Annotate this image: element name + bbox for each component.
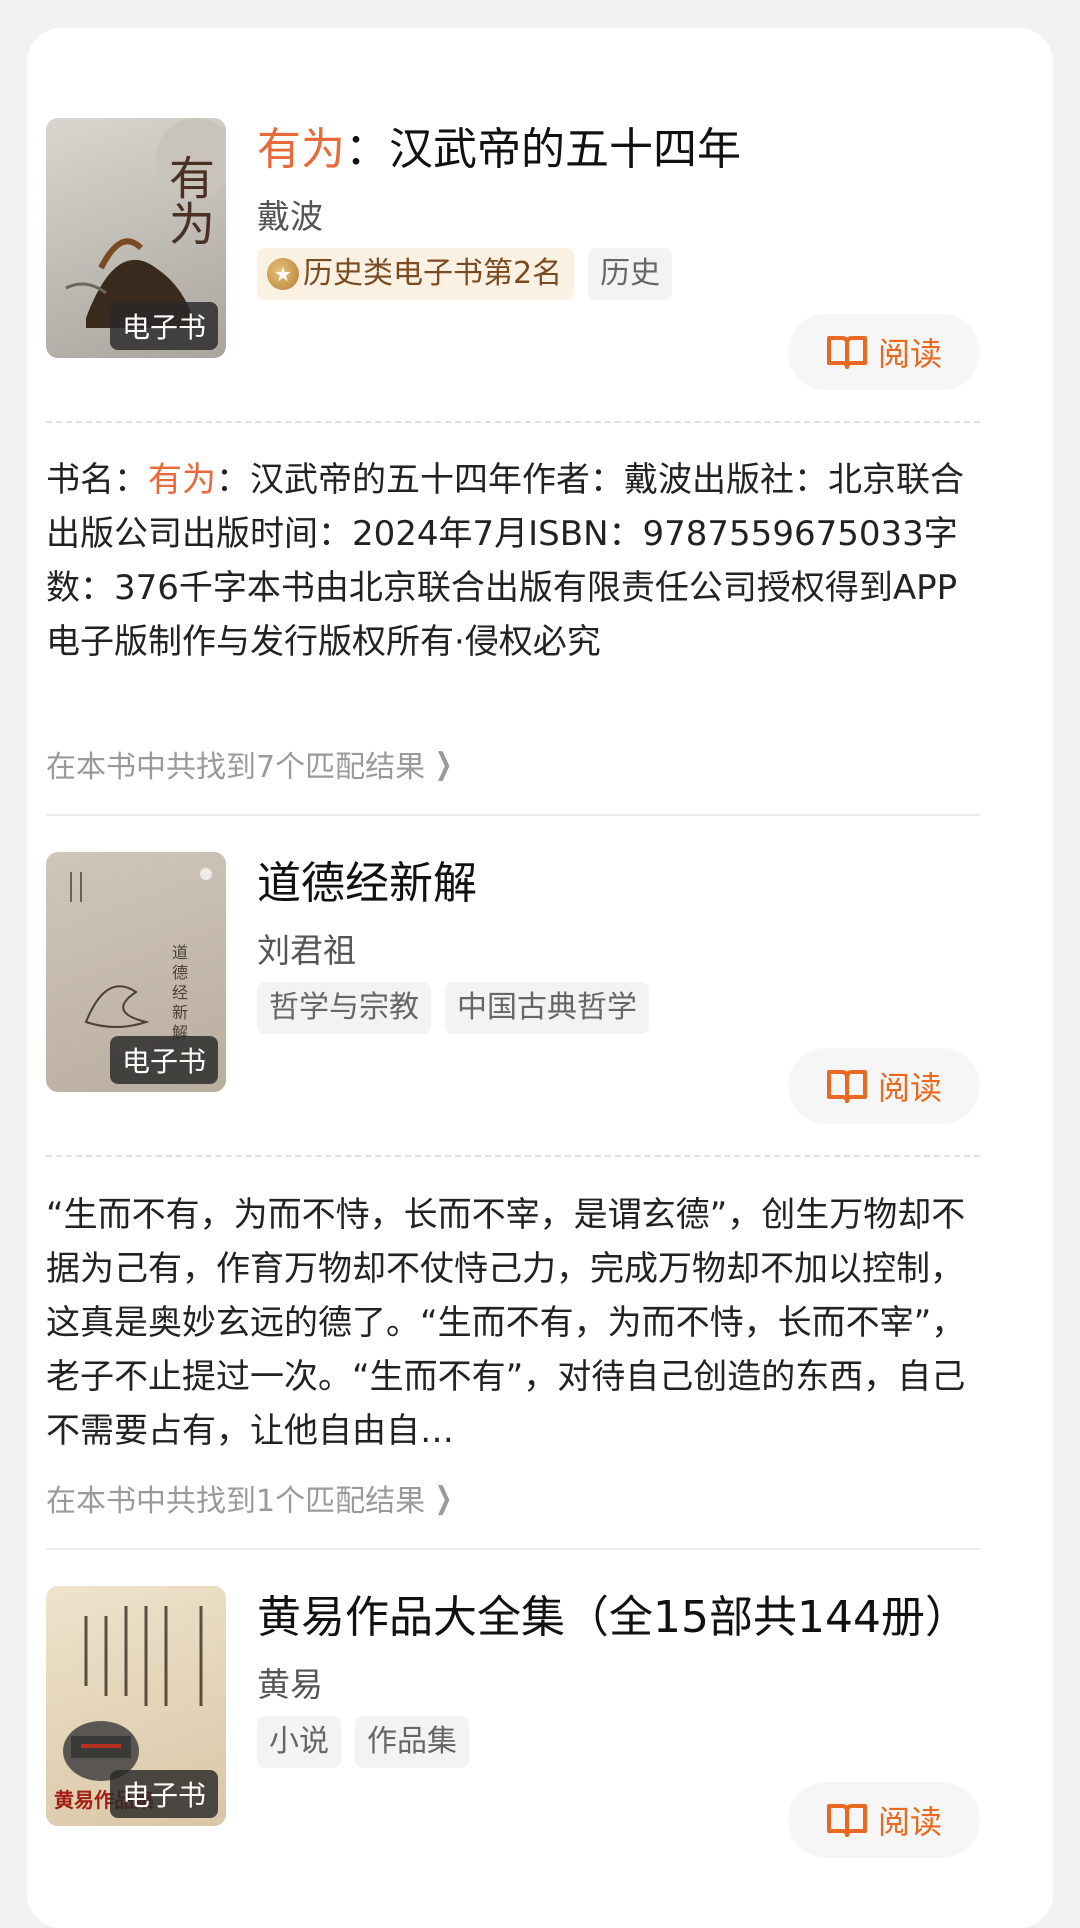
ebook-badge: 电子书 (109, 1036, 218, 1084)
open-book-icon (826, 1070, 867, 1103)
tag-list: 哲学与宗教 中国古典哲学 (257, 982, 649, 1034)
read-button-label: 阅读 (877, 1803, 942, 1841)
book-title[interactable]: 有为：汉武帝的五十四年 (257, 118, 741, 182)
rank-tag[interactable]: ★ 历史类电子书第2名 (257, 248, 575, 300)
category-tag[interactable]: 历史 (588, 248, 673, 300)
open-book-icon (826, 336, 867, 369)
book-author[interactable]: 刘君祖 (257, 924, 356, 972)
medal-icon: ★ (267, 258, 299, 290)
category-tag[interactable]: 哲学与宗教 (257, 982, 431, 1034)
book-item[interactable]: 道德经新解 电子书 道德经新解 刘君祖 哲学与宗教 中国古典哲学 阅读 (46, 852, 980, 1132)
open-book-icon (826, 1804, 867, 1837)
title-text: ：汉武帝的五十四年 (345, 124, 741, 175)
book-author[interactable]: 戴波 (257, 190, 323, 238)
category-tag[interactable]: 作品集 (355, 1716, 469, 1768)
divider (46, 1548, 980, 1550)
book-description: 书名：有为：汉武帝的五十四年作者：戴波出版社：北京联合出版公司出版时间：2024… (46, 453, 980, 723)
book-cover[interactable]: 道德经新解 电子书 (46, 852, 226, 1092)
book-cover[interactable]: 有为 电子书 (46, 118, 226, 358)
ebook-badge: 电子书 (109, 302, 218, 350)
ebook-badge: 电子书 (109, 1770, 218, 1818)
rank-tag-label: 历史类电子书第2名 (303, 256, 563, 291)
read-button[interactable]: 阅读 (788, 314, 980, 390)
match-results-link[interactable]: 在本书中共找到7个匹配结果 ❯ (46, 742, 456, 786)
match-results-label: 在本书中共找到7个匹配结果 (46, 750, 426, 785)
book-cover[interactable]: 黄易作品集 电子书 (46, 1586, 226, 1826)
divider (46, 814, 980, 816)
tag-list: ★ 历史类电子书第2名 历史 (257, 248, 673, 300)
cover-title: 有为 (162, 154, 216, 246)
read-button[interactable]: 阅读 (788, 1048, 980, 1124)
divider (46, 1155, 980, 1157)
book-description: “生而不有，为而不恃，长而不宰，是谓玄德”，创生万物却不据为己有，作育万物却不仗… (46, 1195, 966, 1451)
divider (46, 421, 980, 423)
book-author[interactable]: 黄易 (257, 1658, 323, 1706)
category-tag[interactable]: 小说 (257, 1716, 341, 1768)
title-highlight: 有为 (257, 124, 345, 175)
book-title[interactable]: 黄易作品大全集（全15部共144册） (257, 1586, 969, 1650)
match-results-label: 在本书中共找到1个匹配结果 (46, 1484, 426, 1519)
read-button-label: 阅读 (877, 1069, 942, 1107)
book-title[interactable]: 道德经新解 (257, 852, 477, 916)
match-results-link[interactable]: 在本书中共找到1个匹配结果 ❯ (46, 1476, 456, 1520)
chevron-right-icon: ❯ (434, 1480, 453, 1516)
category-tag[interactable]: 中国古典哲学 (445, 982, 649, 1034)
desc-highlight: 有为 (148, 460, 216, 500)
read-button[interactable]: 阅读 (788, 1782, 980, 1858)
book-item[interactable]: 黄易作品集 电子书 黄易作品大全集（全15部共144册） 黄易 小说 作品集 阅… (46, 1586, 980, 1866)
book-item[interactable]: 有为 电子书 有为：汉武帝的五十四年 戴波 ★ 历史类电子书第2名 历史 阅读 (46, 118, 980, 398)
desc-label: 书名： (46, 460, 148, 500)
tag-list: 小说 作品集 (257, 1716, 469, 1768)
read-button-label: 阅读 (877, 335, 942, 373)
cover-title: 道德经新解 (169, 944, 188, 1044)
chevron-right-icon: ❯ (434, 746, 453, 782)
